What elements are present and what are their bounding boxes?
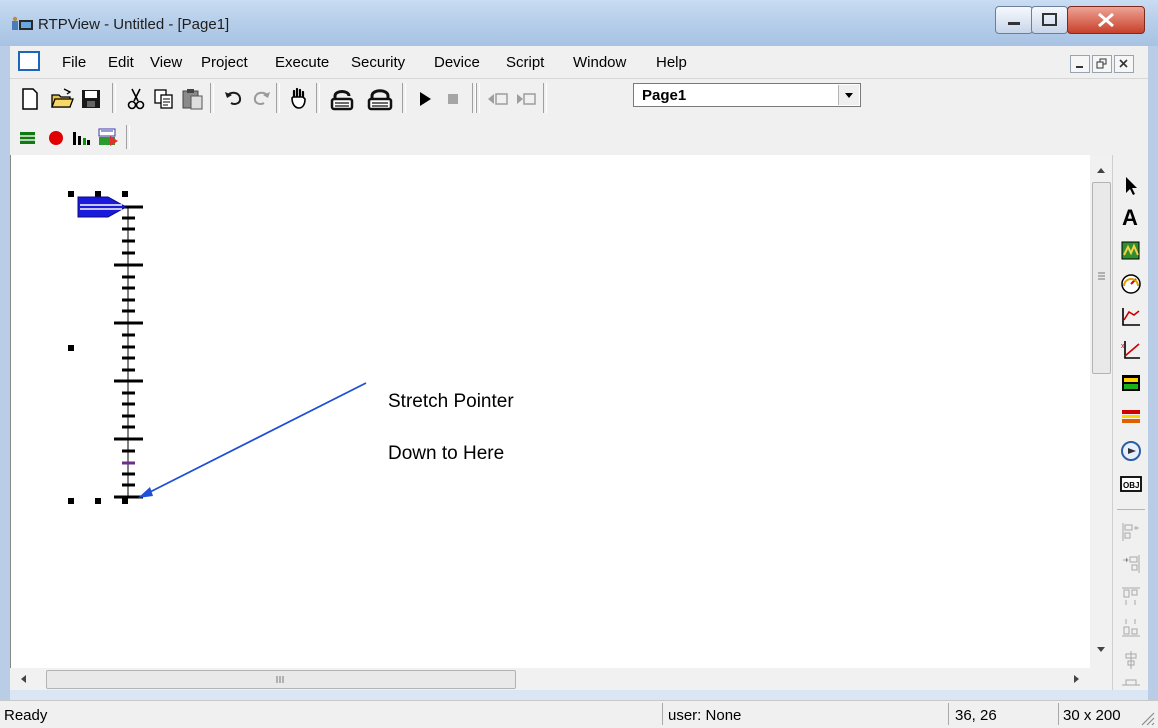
toolbar-separator: [210, 83, 214, 113]
xy-plot-tool-icon[interactable]: x: [1120, 339, 1142, 361]
toolbar-separator: [276, 83, 280, 113]
vertical-scroll-thumb[interactable]: [1092, 182, 1111, 374]
mdi-restore-button[interactable]: [1092, 55, 1112, 73]
align-left-icon[interactable]: [1120, 521, 1142, 543]
app-icon: [12, 16, 33, 30]
bitmap-tool-icon[interactable]: [1120, 240, 1142, 262]
application-window: RTPView - Untitled - [Page1] File Edit V…: [0, 0, 1158, 728]
window-title: RTPView - Untitled - [Page1]: [38, 16, 230, 33]
stop-icon[interactable]: [443, 89, 463, 109]
main-toolbar: Page1: [10, 79, 1148, 122]
center-icon[interactable]: [1120, 649, 1142, 671]
menu-device[interactable]: Device: [434, 54, 480, 71]
paste-icon[interactable]: [181, 87, 205, 111]
redo-icon[interactable]: [250, 88, 272, 110]
multi-bar-icon[interactable]: [1120, 405, 1142, 427]
minimize-icon: [1008, 22, 1020, 25]
bar-chart-icon[interactable]: [70, 128, 92, 148]
menu-script[interactable]: Script: [506, 54, 544, 71]
toolbar-separator: [402, 83, 406, 113]
align-bottom-icon[interactable]: [1120, 617, 1142, 639]
menu-file[interactable]: File: [62, 54, 86, 71]
svg-text:OBJ: OBJ: [1123, 481, 1139, 490]
toolbar-separator: [126, 125, 130, 149]
status-text: Ready: [4, 707, 48, 724]
menu-help[interactable]: Help: [656, 54, 687, 71]
align-top-icon[interactable]: [1120, 585, 1142, 607]
rtp-icon[interactable]: [96, 126, 122, 150]
document-icon[interactable]: [18, 51, 40, 71]
page-select[interactable]: Page1: [633, 83, 861, 107]
undo-icon[interactable]: [223, 88, 245, 110]
horizontal-scroll-thumb[interactable]: [46, 670, 516, 689]
canvas-drawing: [68, 191, 367, 504]
menu-bar: File Edit View Project Execute Security …: [10, 46, 1148, 79]
close-icon: [1098, 12, 1114, 28]
page-select-dropdown[interactable]: [838, 85, 859, 105]
mdi-minimize-button[interactable]: [1070, 55, 1090, 73]
title-bar[interactable]: RTPView - Untitled - [Page1]: [0, 0, 1158, 46]
status-pane-divider: [662, 703, 663, 725]
prev-page-icon[interactable]: [486, 89, 510, 109]
window-frame-left: [0, 46, 10, 700]
status-user: user: None: [668, 707, 742, 724]
annotation-arrow: [138, 382, 367, 498]
status-position: 36, 26: [955, 707, 997, 724]
blue-pointer[interactable]: [77, 196, 128, 218]
svg-text:x: x: [1121, 343, 1125, 350]
menu-security[interactable]: Security: [351, 54, 405, 71]
maximize-button[interactable]: [1031, 6, 1068, 34]
window-frame-right: [1148, 46, 1158, 700]
lock-icon[interactable]: [365, 87, 395, 111]
status-size: 30 x 200: [1063, 707, 1121, 724]
save-icon[interactable]: [80, 87, 102, 111]
new-file-icon[interactable]: [20, 87, 40, 111]
toolbar-separator: [316, 83, 320, 113]
annotation-text: Stretch Pointer Down to Here: [388, 363, 514, 467]
align-right-icon[interactable]: [1120, 553, 1142, 575]
open-folder-icon[interactable]: [50, 87, 74, 111]
annotation-line2: Down to Here: [388, 443, 505, 464]
toolbar-separator: [476, 83, 480, 113]
annotation-line1: Stretch Pointer: [388, 391, 514, 412]
menu-view[interactable]: View: [150, 54, 182, 71]
maximize-icon: [1042, 13, 1057, 26]
selection-handles[interactable]: [68, 191, 128, 504]
status-bar: Ready user: None 36, 26 30 x 200: [0, 700, 1158, 728]
page-select-value: Page1: [642, 87, 687, 104]
mdi-close-button[interactable]: [1114, 55, 1134, 73]
gauge-tool-icon[interactable]: [1120, 273, 1142, 295]
chart-tool-icon[interactable]: [1120, 306, 1142, 328]
text-tool-icon[interactable]: A: [1119, 205, 1143, 229]
object-tool-icon[interactable]: OBJ: [1119, 473, 1143, 495]
status-pane-divider: [1058, 703, 1059, 725]
menu-edit[interactable]: Edit: [108, 54, 134, 71]
device-list-icon[interactable]: [18, 128, 38, 148]
chevron-down-icon: [845, 93, 853, 98]
tool-palette: A x OBJ: [1112, 155, 1149, 690]
menu-window[interactable]: Window: [573, 54, 626, 71]
lock-open-icon[interactable]: [328, 87, 358, 111]
secondary-toolbar: [10, 121, 1148, 156]
hand-icon[interactable]: [288, 86, 310, 112]
toolbar-separator: [543, 83, 547, 113]
distribute-icon[interactable]: [1120, 677, 1142, 689]
bar-indicator-icon[interactable]: [1120, 372, 1142, 394]
next-page-icon[interactable]: [514, 89, 538, 109]
dial-tool-icon[interactable]: [1120, 440, 1142, 462]
pointer-arrow-icon[interactable]: [1121, 175, 1141, 197]
vertical-scale[interactable]: [114, 205, 143, 499]
svg-text:A: A: [1122, 205, 1138, 229]
record-icon[interactable]: [46, 128, 66, 148]
toolbar-separator: [112, 83, 116, 113]
copy-icon[interactable]: [153, 87, 175, 111]
menu-execute[interactable]: Execute: [275, 54, 329, 71]
resize-grip-icon[interactable]: [1138, 709, 1156, 727]
close-button[interactable]: [1067, 6, 1145, 34]
run-icon[interactable]: [415, 89, 435, 109]
minimize-button[interactable]: [995, 6, 1033, 34]
cut-icon[interactable]: [125, 87, 147, 111]
menu-project[interactable]: Project: [201, 54, 248, 71]
status-pane-divider: [948, 703, 949, 725]
